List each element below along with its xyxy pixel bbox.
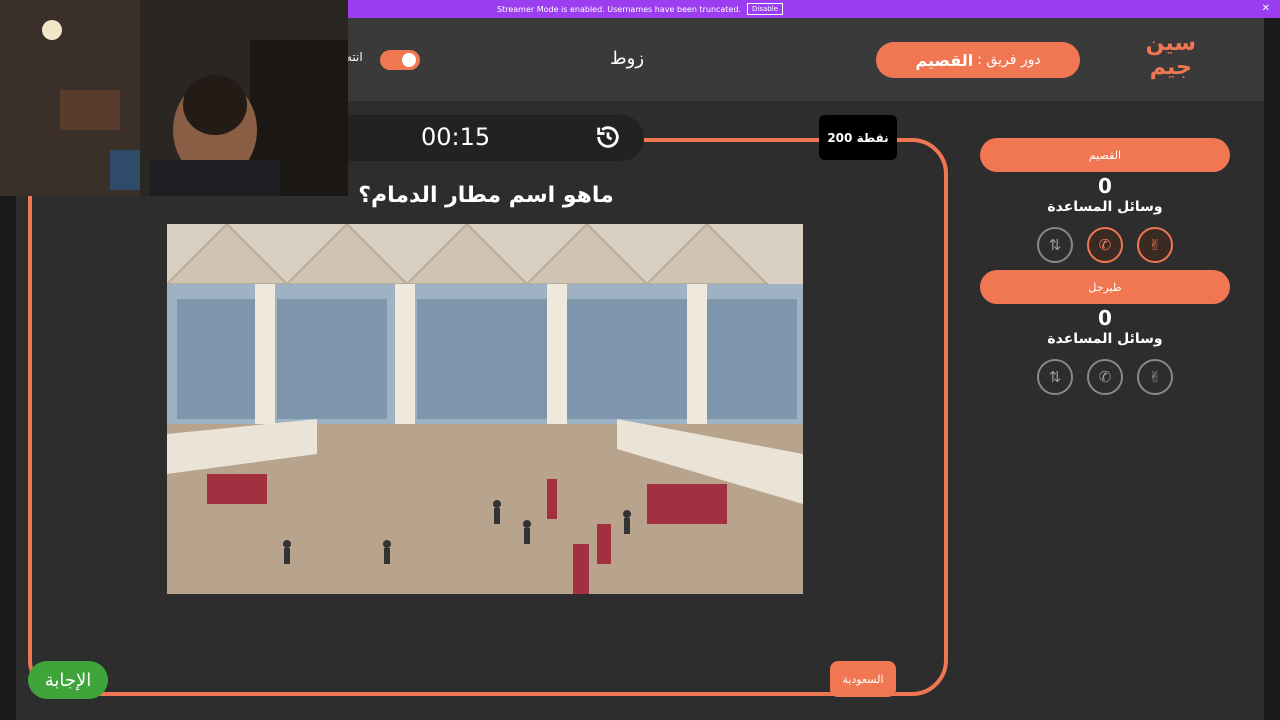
- close-icon[interactable]: ✕: [1262, 3, 1270, 14]
- logo: سين جيم: [1146, 32, 1196, 80]
- category-tag: السعودية: [830, 661, 896, 697]
- turn-label: دور فريق :: [977, 52, 1041, 68]
- logo-line-2: جيم: [1149, 55, 1192, 80]
- team-2-score: 0: [1098, 306, 1112, 330]
- end-game-label[interactable]: انته: [346, 50, 363, 64]
- end-game-toggle[interactable]: [380, 50, 420, 70]
- toggle-knob: [402, 53, 416, 67]
- team-2-aids: ⇅ ✆ ✌: [1037, 359, 1177, 395]
- team-1-score: 0: [1098, 174, 1112, 198]
- phone-icon[interactable]: ✆: [1087, 227, 1123, 263]
- team-2-name: طيرجل: [980, 270, 1230, 304]
- turn-team-name: القصيم: [915, 50, 974, 70]
- team-1-name: القصيم: [980, 138, 1230, 172]
- webcam-overlay: [0, 0, 348, 196]
- points-badge: 200 نقطة: [819, 115, 897, 160]
- question-text: ماهو اسم مطار الدمام؟: [358, 183, 614, 208]
- team-1-aids: ⇅ ✆ ✌: [1037, 227, 1177, 263]
- team-2-aids-label: وسائل المساعدة: [1047, 331, 1163, 347]
- peace-hand-icon[interactable]: ✌: [1137, 359, 1173, 395]
- team-1-aids-label: وسائل المساعدة: [1047, 199, 1163, 215]
- peace-hand-icon[interactable]: ✌: [1137, 227, 1173, 263]
- history-icon[interactable]: [594, 123, 622, 157]
- opponent-name: زوط: [610, 48, 645, 69]
- answer-button[interactable]: الإجابة: [28, 661, 108, 699]
- swap-icon[interactable]: ⇅: [1037, 227, 1073, 263]
- question-image: [167, 224, 803, 594]
- disable-button[interactable]: Disable: [747, 3, 783, 15]
- banner-message: Streamer Mode is enabled. Usernames have…: [497, 4, 742, 14]
- timer-value: 00:15: [421, 123, 491, 151]
- phone-icon[interactable]: ✆: [1087, 359, 1123, 395]
- logo-line-1: سين: [1145, 31, 1196, 56]
- team-turn-indicator: دور فريق : القصيم: [876, 42, 1080, 78]
- swap-icon[interactable]: ⇅: [1037, 359, 1073, 395]
